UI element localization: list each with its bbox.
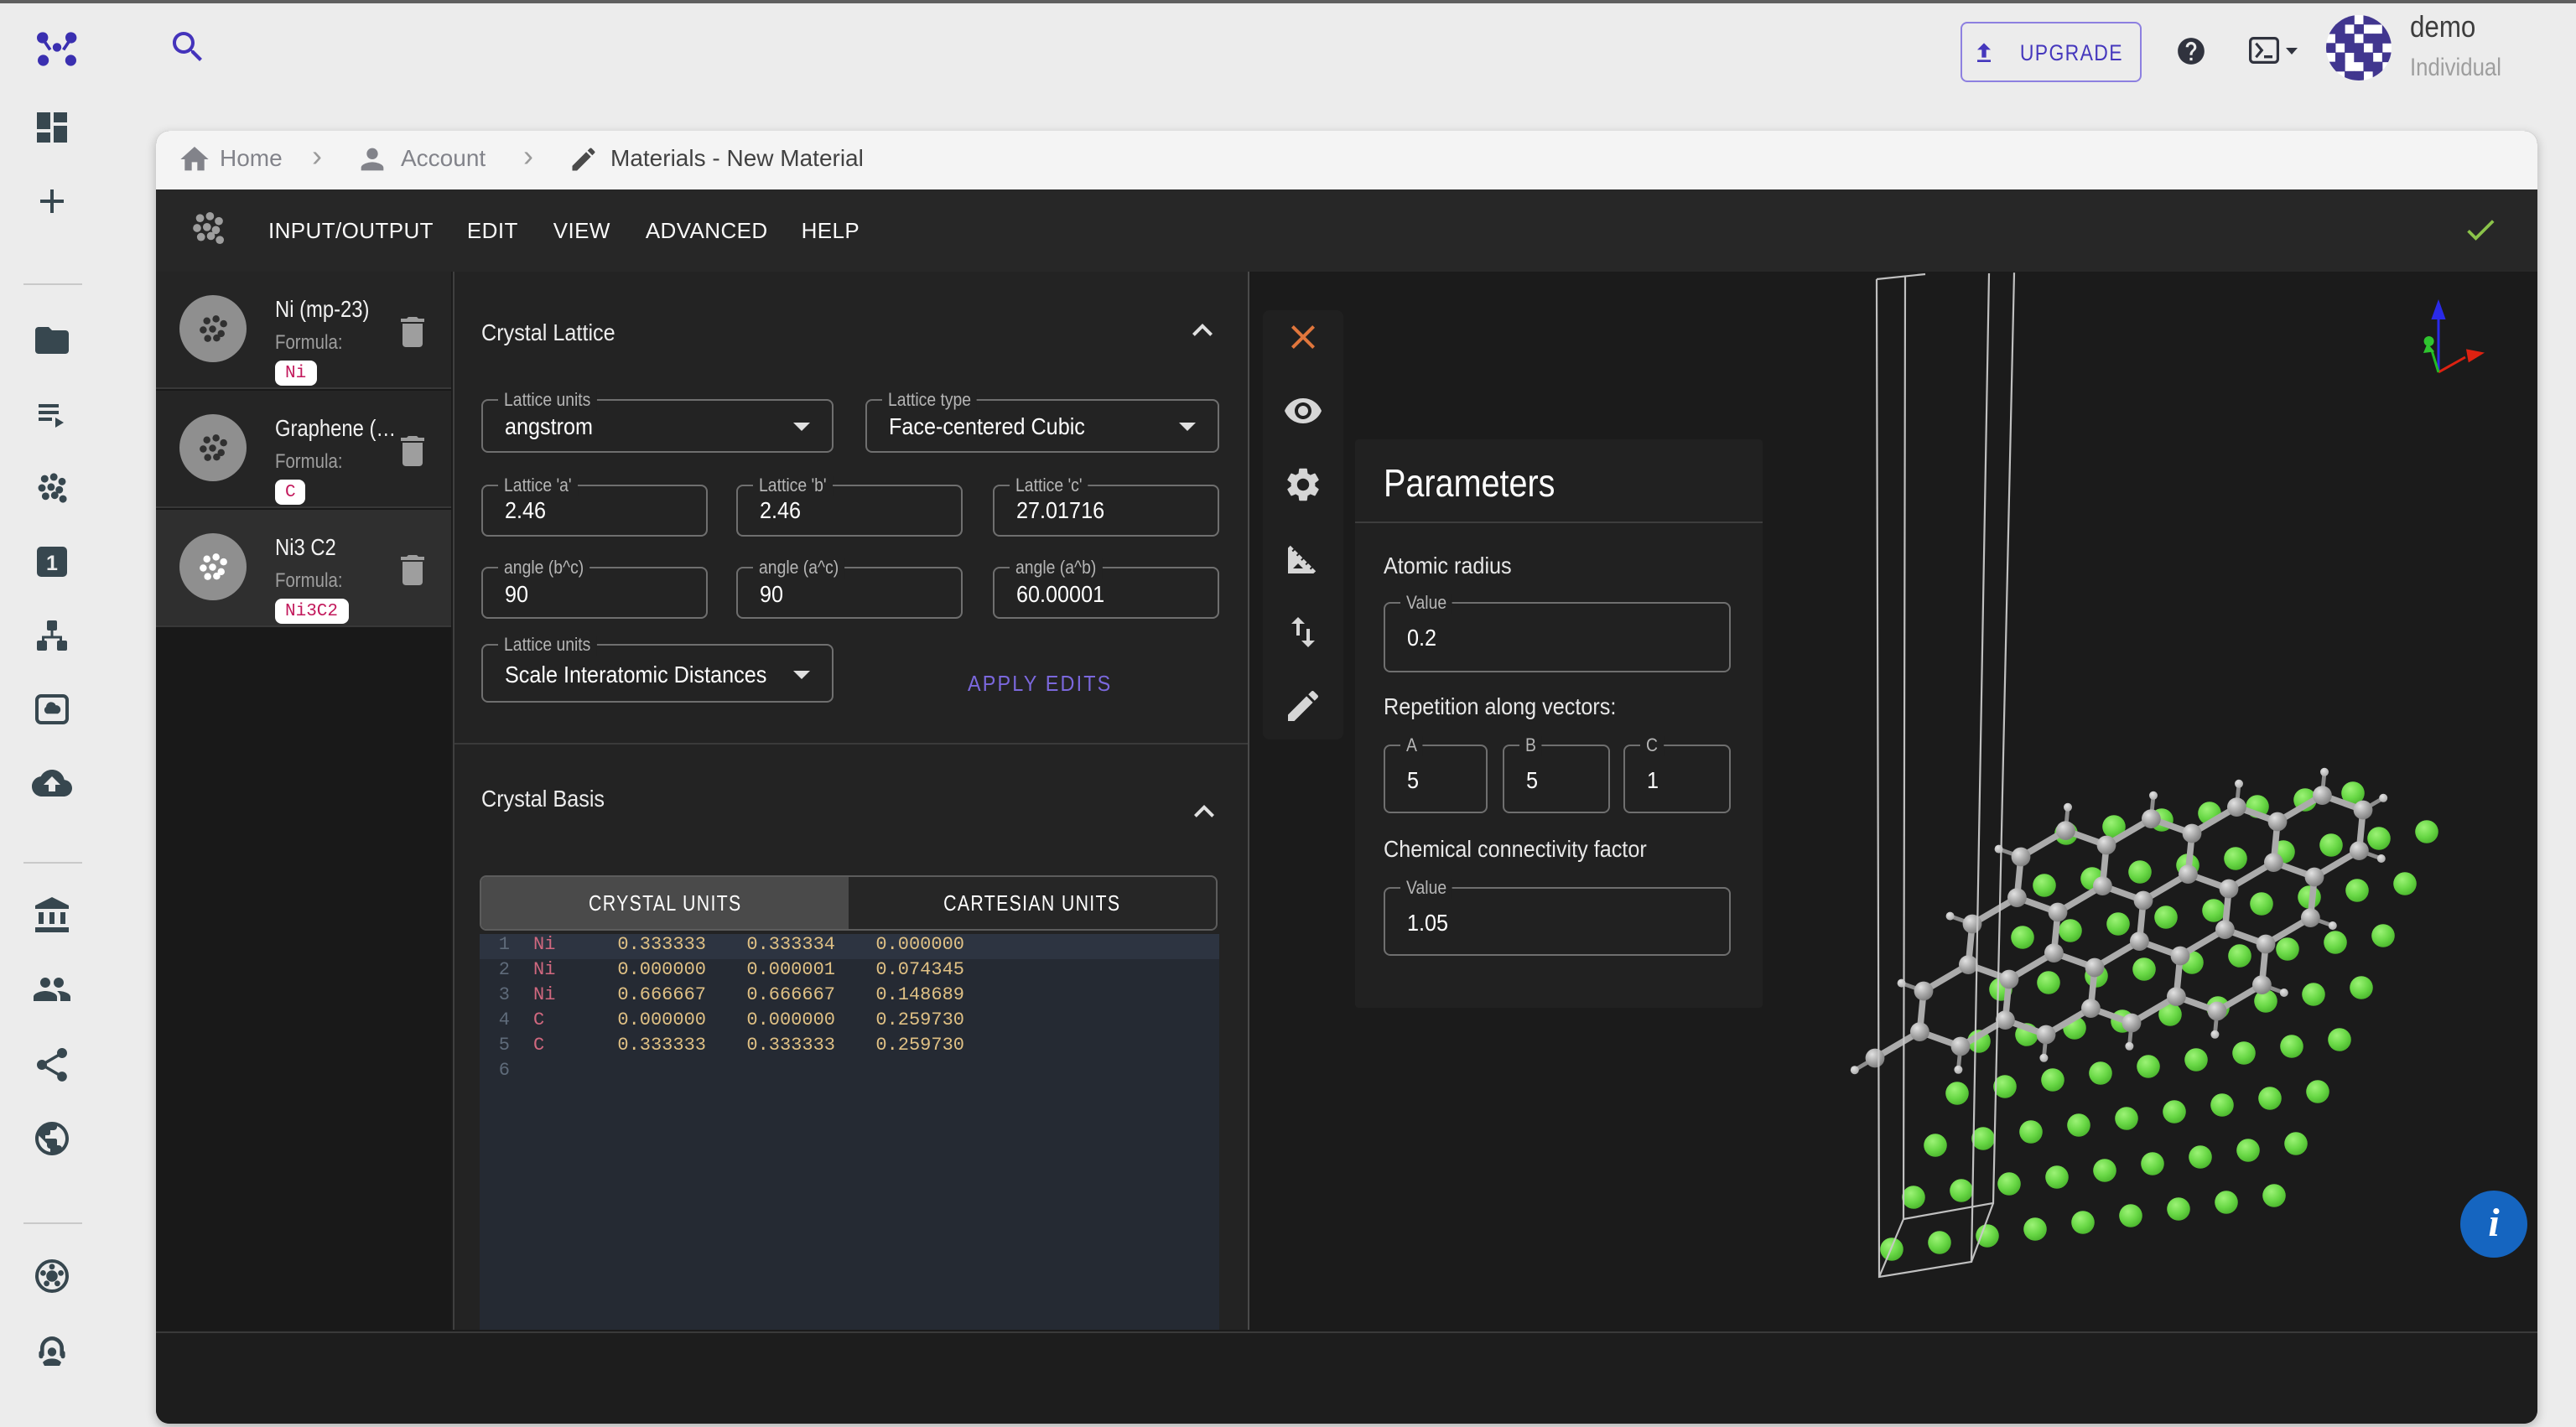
svg-text:1: 1	[46, 552, 58, 575]
